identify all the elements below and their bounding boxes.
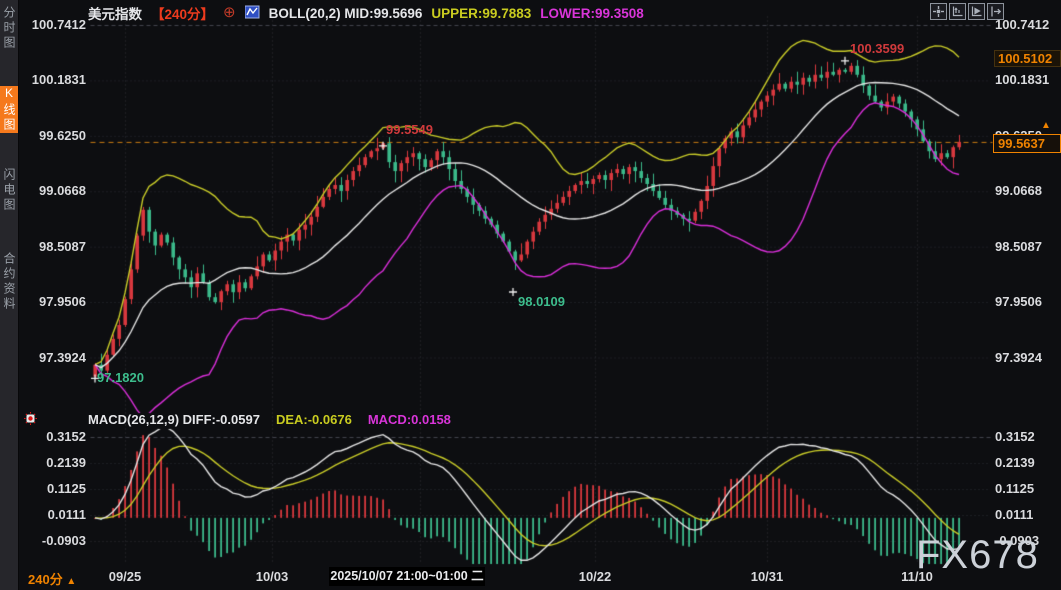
price-tick-left: 98.5087 <box>22 239 86 255</box>
date-tick: 10/03 <box>230 569 314 584</box>
chart-toolbar <box>930 3 1004 20</box>
price-tick-right: 99.0668 <box>995 183 1059 199</box>
annotation-visible-high: 100.3599 <box>850 41 904 56</box>
watermark: FX678 <box>916 533 1039 578</box>
macd-value-legend: MACD:0.0158 <box>368 412 451 427</box>
price-tick-left: 99.6250 <box>22 128 86 144</box>
price-tick-right: 100.1831 <box>995 72 1059 88</box>
price-tick-left: 100.7412 <box>22 17 86 33</box>
boll-upper-legend: UPPER:99.7883 <box>431 6 531 21</box>
exit-chart-icon[interactable] <box>987 3 1004 20</box>
sidebar-tab-1[interactable]: 分时图 <box>0 6 18 51</box>
last-price-box: 99.5637 <box>993 134 1061 153</box>
axis-zoom-icon[interactable] <box>949 3 966 20</box>
chart-app: 分时图 K线图闪电图合约资料 美元指数 【240分】 ⊕ BOLL(20,2) M… <box>0 0 1061 590</box>
price-tick-left: 99.0668 <box>22 183 86 199</box>
price-tick-right: 97.3924 <box>995 350 1059 366</box>
period-text: 240分 <box>28 572 63 587</box>
macd-legend: MACD(26,12,9) DIFF:-0.0597 DEA:-0.0676 M… <box>88 412 451 427</box>
price-tick-left: 97.3924 <box>22 350 86 366</box>
annotation-swing-high: 99.5549 <box>386 122 433 137</box>
macd-tick-left: 0.3152 <box>22 429 86 445</box>
price-tick-left: 97.9506 <box>22 294 86 310</box>
price-tick-right: 97.9506 <box>995 294 1059 310</box>
macd-tick-right: 0.1125 <box>995 481 1059 497</box>
macd-tick-right: 0.0111 <box>995 507 1059 523</box>
boll-legend: BOLL(20,2) MID:99.5696 <box>269 6 423 21</box>
date-tick: 10/22 <box>553 569 637 584</box>
macd-tick-left: -0.0903 <box>22 533 86 549</box>
period-selector[interactable]: 240分 ▲ <box>28 569 76 588</box>
instrument-name: 美元指数 <box>88 3 142 23</box>
add-indicator-icon[interactable]: ⊕ <box>223 6 236 20</box>
macd-tick-left: 0.2139 <box>22 455 86 471</box>
annotation-visible-low: 97.1820 <box>97 370 144 385</box>
sidebar: 分时图 K线图闪电图合约资料 <box>0 0 19 590</box>
macd-tick-right: 0.3152 <box>995 429 1059 445</box>
axis-high-label: 100.5102 <box>994 50 1061 67</box>
move-crosshair-icon[interactable] <box>930 3 947 20</box>
sidebar-tab-3[interactable]: 闪电图 <box>0 168 18 213</box>
date-tick: 09/25 <box>83 569 167 584</box>
macd-tick-left: 0.0111 <box>22 507 86 523</box>
macd-dea-legend: DEA:-0.0676 <box>276 412 352 427</box>
macd-tick-right: 0.2139 <box>995 455 1059 471</box>
boll-lower-legend: LOWER:99.3508 <box>540 6 644 21</box>
macd-diff-legend: MACD(26,12,9) DIFF:-0.0597 <box>88 412 260 427</box>
sidebar-tab-4[interactable]: 合约资料 <box>0 252 18 312</box>
price-tick-left: 100.1831 <box>22 72 86 88</box>
alert-indicator-icon[interactable] <box>24 412 37 430</box>
sidebar-tab-2[interactable]: K线图 <box>0 86 18 133</box>
date-tick: 10/31 <box>725 569 809 584</box>
hovered-candle-datetime: 2025/10/07 21:00~01:00 二 <box>329 567 485 586</box>
period-label[interactable]: 【240分】 <box>151 3 214 23</box>
annotation-band-low: 98.0109 <box>518 294 565 309</box>
period-caret-icon: ▲ <box>66 576 76 587</box>
axis-play-icon[interactable] <box>968 3 985 20</box>
price-tick-right: 98.5087 <box>995 239 1059 255</box>
jump-to-latest-icon[interactable]: ▲ <box>1041 120 1051 131</box>
chart-legend: 美元指数 【240分】 ⊕ BOLL(20,2) MID:99.5696 UPP… <box>88 4 644 22</box>
chart-type-icon[interactable] <box>245 5 260 22</box>
macd-tick-left: 0.1125 <box>22 481 86 497</box>
price-tick-right: 100.7412 <box>995 17 1059 33</box>
